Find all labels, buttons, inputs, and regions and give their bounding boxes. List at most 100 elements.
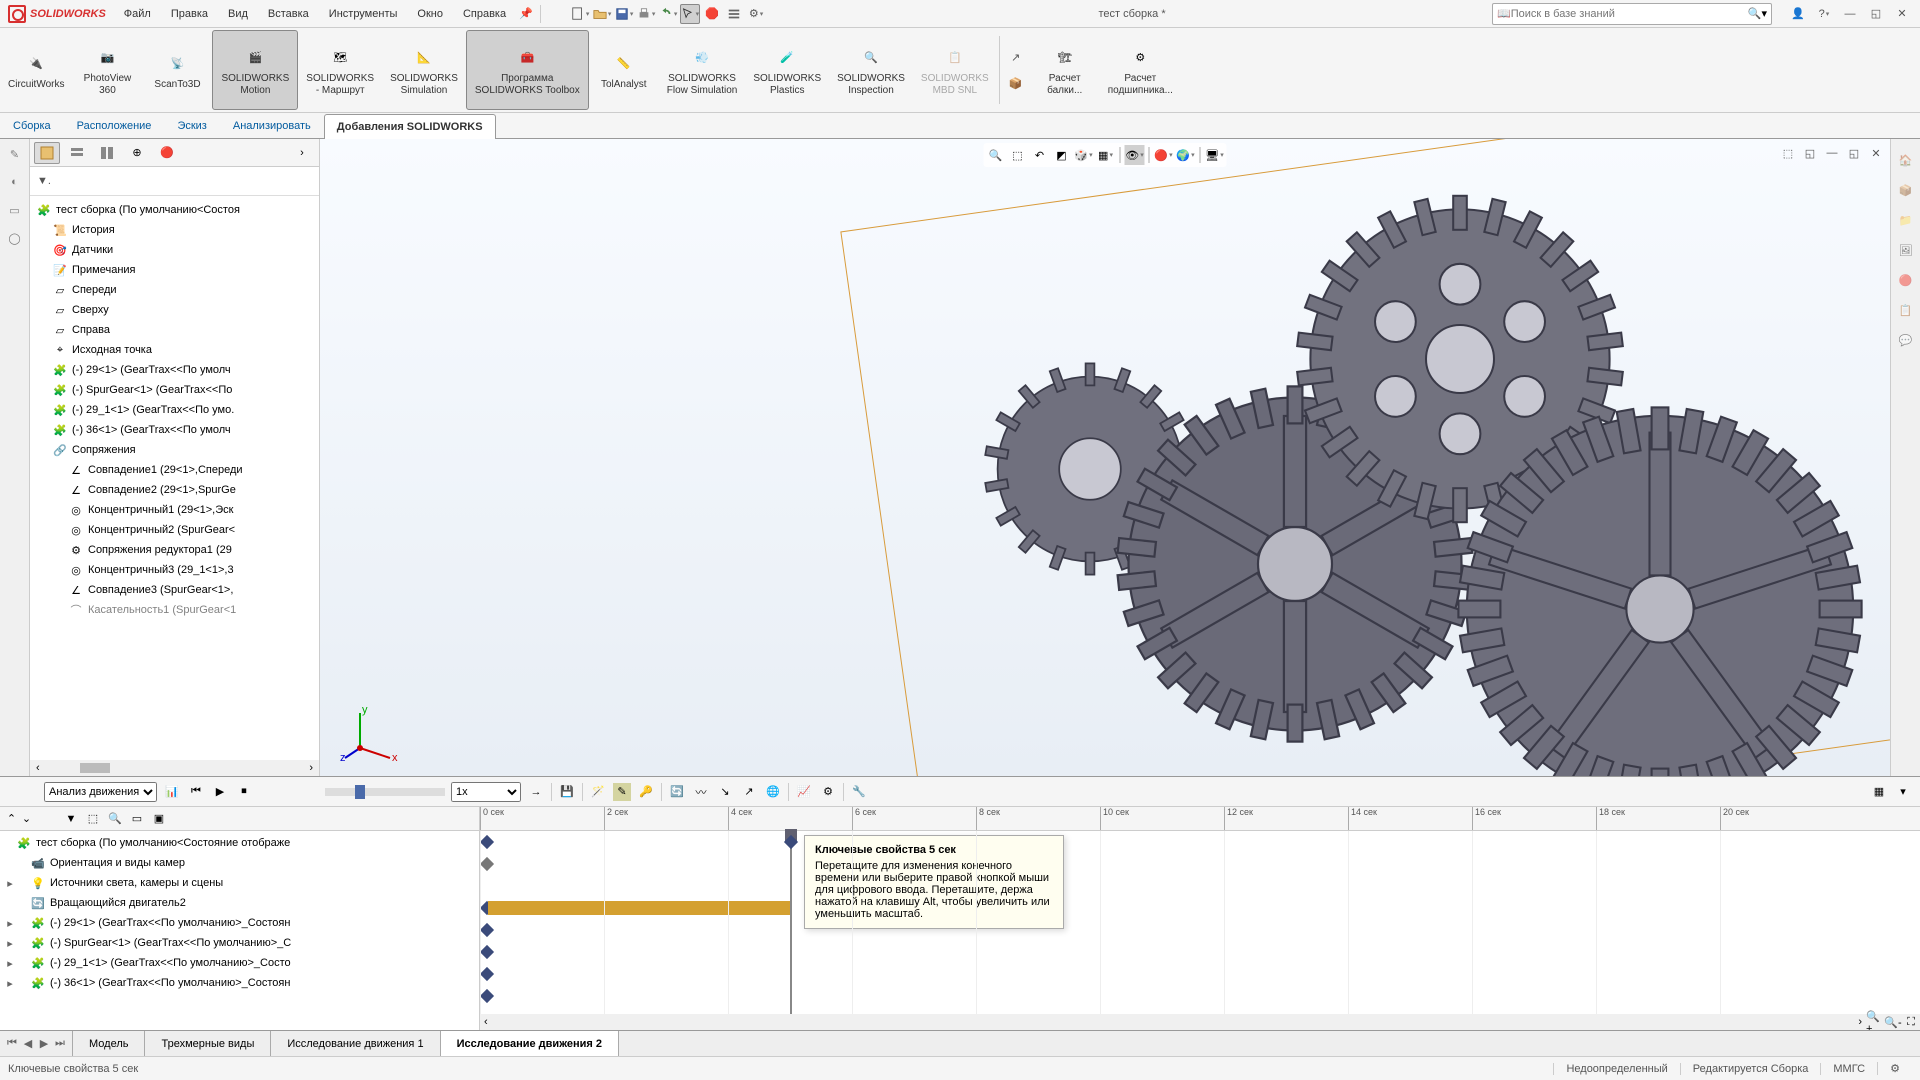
tree-item[interactable]: ∠Совпадение3 (SpurGear<1>, xyxy=(34,580,315,600)
save-icon[interactable] xyxy=(614,4,634,24)
ribbon-button[interactable]: 🔍SOLIDWORKSInspection xyxy=(829,30,913,110)
view-orient-icon[interactable]: 🎲 xyxy=(1074,145,1094,165)
study-tab[interactable]: Трехмерные виды xyxy=(145,1031,271,1056)
ribbon-button[interactable]: 📡ScanTo3D xyxy=(142,30,212,110)
tree-opt4-icon[interactable]: ▣ xyxy=(150,810,168,828)
ribbon-button[interactable]: 🧰ПрограммаSOLIDWORKS Toolbox xyxy=(466,30,589,110)
study-type-select[interactable]: Анализ движения xyxy=(44,782,157,802)
command-tab[interactable]: Расположение xyxy=(64,113,165,138)
user-icon[interactable]: 👤 xyxy=(1788,4,1808,24)
ribbon-button[interactable]: 📏TolAnalyst xyxy=(589,30,659,110)
rebuild-icon[interactable]: 🛑 xyxy=(702,4,722,24)
sim-setup-icon[interactable]: 🔧 xyxy=(850,783,868,801)
tree-item[interactable]: ◎Концентричный2 (SpurGear< xyxy=(34,520,315,540)
ribbon-button[interactable]: 📷PhotoView360 xyxy=(72,30,142,110)
add-key-icon[interactable]: 🔑 xyxy=(637,783,655,801)
keyframe[interactable] xyxy=(480,989,494,1003)
view-palette-icon[interactable]: 🖼 xyxy=(1895,239,1917,261)
tree-item[interactable]: 🧩(-) 29_1<1> (GearTrax<<По умо. xyxy=(34,400,315,420)
force-icon[interactable]: ↗ xyxy=(740,783,758,801)
anim-wizard-icon[interactable]: 🪄 xyxy=(589,783,607,801)
motion-settings-icon[interactable]: ⚙ xyxy=(819,783,837,801)
keyframe[interactable] xyxy=(480,945,494,959)
expand-tree-icon[interactable]: ⌄ xyxy=(19,810,34,828)
config-tab[interactable] xyxy=(94,142,120,164)
ribbon-button[interactable]: 📐SOLIDWORKSSimulation xyxy=(382,30,466,110)
ribbon-button[interactable]: 🔌CircuitWorks xyxy=(0,30,72,110)
timeline-scrollbar[interactable]: ‹› 🔍+ 🔍- ⛶ xyxy=(480,1014,1920,1030)
study-tab[interactable]: Исследование движения 1 xyxy=(271,1031,440,1056)
keyframe[interactable] xyxy=(480,967,494,981)
horizontal-scrollbar[interactable]: ‹› xyxy=(30,760,319,776)
ribbon-small-icon[interactable]: 📦 xyxy=(1006,73,1026,93)
menu-файл[interactable]: Файл xyxy=(114,4,161,24)
menu-правка[interactable]: Правка xyxy=(161,4,218,24)
tree-item[interactable]: 🎯Датчики xyxy=(34,240,315,260)
motor-icon[interactable]: 🔄 xyxy=(668,783,686,801)
resources-icon[interactable]: 📦 xyxy=(1895,179,1917,201)
playback-speed-select[interactable]: 1x xyxy=(451,782,521,802)
filter-tree-icon[interactable]: ▼ xyxy=(62,810,80,828)
ribbon-small-icon[interactable]: ↗ xyxy=(1006,47,1026,67)
tree-item[interactable]: 📜История xyxy=(34,220,315,240)
playmode-icon[interactable]: → xyxy=(527,783,545,801)
pin-icon[interactable]: 📌 xyxy=(516,4,536,24)
close-icon[interactable]: ✕ xyxy=(1892,4,1912,24)
display-tab[interactable]: 🔴 xyxy=(154,142,180,164)
ribbon-button[interactable]: 🗺SOLIDWORKS- Маршрут xyxy=(298,30,382,110)
property-tab[interactable] xyxy=(64,142,90,164)
library-icon[interactable]: 📁 xyxy=(1895,209,1917,231)
undo-icon[interactable] xyxy=(658,4,678,24)
collapse-icon[interactable]: ▦ xyxy=(1870,783,1888,801)
search-knowledge-base[interactable]: 📖 🔍▾ xyxy=(1492,3,1772,25)
zoom-in-icon[interactable]: 🔍+ xyxy=(1866,1013,1884,1030)
view-settings-icon[interactable]: 🖥 xyxy=(1205,145,1225,165)
command-tab[interactable]: Сборка xyxy=(0,113,64,138)
tree-item[interactable]: 🔗Сопряжения xyxy=(34,440,315,460)
results-icon[interactable]: 📈 xyxy=(795,783,813,801)
ribbon-button[interactable]: 🎬SOLIDWORKSMotion xyxy=(212,30,298,110)
expand-icon[interactable]: › xyxy=(289,142,315,164)
command-tab[interactable]: Добавления SOLIDWORKS xyxy=(324,114,496,139)
appearances-icon[interactable]: 🔴 xyxy=(1895,269,1917,291)
ribbon-button[interactable]: 🏗Расчетбалки... xyxy=(1030,30,1100,110)
search-input[interactable] xyxy=(1511,8,1748,20)
save-anim-icon[interactable]: 💾 xyxy=(558,783,576,801)
tree-item[interactable]: ▱Спереди xyxy=(34,280,315,300)
forum-icon[interactable]: 💬 xyxy=(1895,329,1917,351)
tree-opt3-icon[interactable]: ▭ xyxy=(128,810,146,828)
tree-item[interactable]: 🧩(-) 29<1> (GearTrax<<По умолч xyxy=(34,360,315,380)
hide-show-icon[interactable]: 👁 xyxy=(1125,145,1145,165)
zoom-fit-timeline-icon[interactable]: ⛶ xyxy=(1902,1013,1920,1030)
spring-icon[interactable]: 〰 xyxy=(692,783,710,801)
options-icon[interactable] xyxy=(724,4,744,24)
select-icon[interactable] xyxy=(680,4,700,24)
study-tab[interactable]: Исследование движения 2 xyxy=(441,1031,619,1056)
autokey-icon[interactable]: ✎ xyxy=(613,783,631,801)
appearance-icon[interactable]: 🔴 xyxy=(1154,145,1174,165)
tree-opt2-icon[interactable]: 🔍 xyxy=(106,810,124,828)
motion-tree-item[interactable]: ▸🧩(-) 29_1<1> (GearTrax<<По умолчанию>_С… xyxy=(2,953,477,973)
menu-окно[interactable]: Окно xyxy=(407,4,453,24)
motion-tree-item[interactable]: 🔄Вращающийся двигатель2 xyxy=(2,893,477,913)
help-icon[interactable]: ? xyxy=(1814,4,1834,24)
command-tab[interactable]: Анализировать xyxy=(220,113,324,138)
motion-tree-root[interactable]: 🧩тест сборка (По умолчанию<Состояние ото… xyxy=(2,833,477,853)
motion-tree-item[interactable]: ▸💡Источники света, камеры и сцены xyxy=(2,873,477,893)
play-icon[interactable]: ▶ xyxy=(211,783,229,801)
search-icon[interactable]: 🔍▾ xyxy=(1748,7,1767,20)
tree-item[interactable]: 🧩(-) SpurGear<1> (GearTrax<<По xyxy=(34,380,315,400)
tree-item[interactable]: ▱Справа xyxy=(34,320,315,340)
tree-item[interactable]: ⚙Сопряжения редуктора1 (29 xyxy=(34,540,315,560)
tab-nav[interactable]: ⏮◀▶⏭ xyxy=(0,1031,73,1056)
motion-tree-item[interactable]: 📹Ориентация и виды камер xyxy=(2,853,477,873)
calc-icon[interactable]: 📊 xyxy=(163,783,181,801)
keyframe[interactable] xyxy=(480,835,494,849)
menu-инструменты[interactable]: Инструменты xyxy=(319,4,408,24)
menu-вид[interactable]: Вид xyxy=(218,4,258,24)
timeline-cursor[interactable] xyxy=(790,831,792,1030)
collapse-tree-icon[interactable]: ⌃ xyxy=(4,810,19,828)
display-style-icon[interactable]: ▦ xyxy=(1096,145,1116,165)
keyframe[interactable] xyxy=(480,857,494,871)
tree-item[interactable]: ⌖Исходная точка xyxy=(34,340,315,360)
